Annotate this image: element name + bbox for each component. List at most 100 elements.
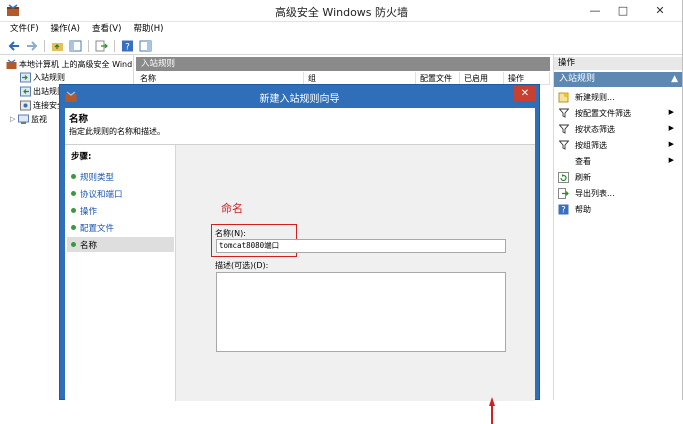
dialog-close-button[interactable]: ✕: [514, 86, 536, 101]
actions-section-label: 入站规则: [559, 74, 596, 84]
steps-title: 步骤:: [71, 152, 92, 162]
action-filter-by-state[interactable]: 按状态筛选 ▶: [554, 121, 682, 137]
connection-security-icon: [20, 100, 31, 110]
wizard-steps-panel: 步骤: 规则类型 协议和端口 操作 配置文件 名称: [65, 145, 176, 401]
step-rule-type[interactable]: 规则类型: [67, 169, 174, 184]
action-help[interactable]: ? 帮助: [554, 201, 682, 217]
action-label: 按组筛选: [575, 140, 607, 150]
help-icon: ?: [558, 204, 569, 215]
action-label: 帮助: [575, 204, 591, 214]
filter-icon: [558, 140, 569, 151]
svg-text:?: ?: [561, 205, 566, 214]
step-label: 协议和端口: [80, 189, 123, 200]
center-pane-header: 入站规则: [136, 57, 550, 71]
action-label: 查看: [575, 156, 591, 166]
step-label: 配置文件: [80, 223, 115, 234]
blank-icon: [558, 156, 569, 167]
submenu-arrow-icon: ▶: [668, 156, 674, 164]
menu-action[interactable]: 操作(A): [45, 22, 86, 37]
description-field-label: 描述(可选)(D):: [215, 261, 269, 270]
action-refresh[interactable]: 刷新: [554, 169, 682, 185]
collapse-arrow-icon[interactable]: ▲: [671, 72, 678, 87]
column-profile[interactable]: 配置文件: [416, 72, 460, 84]
step-profile[interactable]: 配置文件: [67, 220, 174, 235]
step-action[interactable]: 操作: [67, 203, 174, 218]
toolbar-separator: [44, 39, 45, 52]
tree-item-label: 监视: [31, 114, 47, 124]
tree-item-monitoring[interactable]: ▷ 监视: [10, 112, 47, 126]
column-group[interactable]: 组: [304, 72, 416, 84]
step-name-current: 名称: [67, 237, 174, 252]
menu-bar: 文件(F) 操作(A) 查看(V) 帮助(H): [0, 22, 683, 37]
description-textarea[interactable]: [216, 272, 506, 352]
action-label: 按状态筛选: [575, 124, 615, 134]
maximize-button[interactable]: □: [609, 0, 637, 20]
title-bar: 高级安全 Windows 防火墙 — □ ✕: [0, 0, 683, 22]
inbound-rules-icon: [20, 72, 31, 82]
submenu-arrow-icon: ▶: [668, 124, 674, 132]
action-label: 按配置文件筛选: [575, 108, 631, 118]
column-action[interactable]: 操作: [504, 72, 550, 84]
action-label: 新建规则...: [575, 92, 615, 102]
dialog-title-bar[interactable]: 新建入站规则向导 ✕: [60, 85, 539, 108]
menu-view[interactable]: 查看(V): [86, 22, 127, 37]
export-icon: [558, 187, 569, 199]
step-label: 操作: [80, 206, 98, 217]
svg-text:?: ?: [125, 42, 130, 52]
help-icon[interactable]: ?: [120, 39, 135, 53]
tree-item-inbound-rules[interactable]: 入站规则: [20, 70, 65, 84]
show-hide-action-pane-icon[interactable]: [138, 39, 153, 53]
filter-icon: [558, 108, 569, 119]
actions-header: 操作: [554, 57, 683, 70]
action-label: 刷新: [575, 172, 591, 182]
wizard-page-title: 名称: [69, 114, 89, 125]
submenu-arrow-icon: ▶: [668, 140, 674, 148]
step-bullet-icon: [71, 191, 76, 196]
toolbar-separator: [88, 39, 89, 52]
tree-root[interactable]: 本地计算机 上的高级安全 Wind: [6, 57, 132, 71]
column-enabled[interactable]: 已启用: [460, 72, 504, 84]
back-arrow-icon[interactable]: [6, 39, 21, 53]
action-filter-by-profile[interactable]: 按配置文件筛选 ▶: [554, 105, 682, 121]
monitoring-icon: [18, 114, 29, 124]
annotation-label: 命名: [221, 202, 243, 215]
action-view[interactable]: 查看 ▶: [554, 153, 682, 169]
actions-section-inbound-rules[interactable]: 入站规则 ▲: [554, 72, 682, 87]
step-bullet-icon: [71, 174, 76, 179]
step-bullet-icon: [71, 242, 76, 247]
tree-item-label: 入站规则: [33, 72, 65, 82]
menu-file[interactable]: 文件(F): [4, 22, 45, 37]
filter-icon: [558, 124, 569, 135]
submenu-arrow-icon: ▶: [668, 108, 674, 116]
dialog-body: 名称 指定此规则的名称和描述。 步骤: 规则类型 协议和端口 操作 配置文件 名…: [65, 108, 535, 424]
step-protocol-and-ports[interactable]: 协议和端口: [67, 186, 174, 201]
step-bullet-icon: [71, 225, 76, 230]
close-button[interactable]: ✕: [637, 0, 683, 20]
wizard-page-subtitle: 指定此规则的名称和描述。: [69, 127, 165, 136]
expand-arrow-icon[interactable]: ▷: [10, 115, 18, 123]
new-rule-icon: [558, 92, 569, 103]
menu-help[interactable]: 帮助(H): [127, 22, 169, 37]
step-label: 规则类型: [80, 172, 115, 183]
outbound-rules-icon: [20, 86, 31, 96]
name-input[interactable]: tomcat8080端口: [216, 239, 506, 253]
action-export-list[interactable]: 导出列表...: [554, 185, 682, 201]
forward-arrow-icon[interactable]: [24, 39, 39, 53]
export-icon[interactable]: [94, 39, 109, 53]
dialog-title: 新建入站规则向导: [259, 94, 340, 105]
actions-pane: 操作 入站规则 ▲ 新建规则... 按配置文件筛选 ▶ 按状态筛选 ▶ 按组筛选…: [553, 55, 683, 400]
refresh-icon: [558, 171, 569, 183]
action-new-rule[interactable]: 新建规则...: [554, 89, 682, 105]
action-label: 导出列表...: [575, 188, 615, 198]
step-bullet-icon: [71, 208, 76, 213]
action-filter-by-group[interactable]: 按组筛选 ▶: [554, 137, 682, 153]
column-name[interactable]: 名称: [136, 72, 304, 84]
new-inbound-rule-wizard: 新建入站规则向导 ✕ 名称 指定此规则的名称和描述。 步骤: 规则类型 协议和端…: [59, 84, 540, 424]
up-folder-icon[interactable]: [50, 39, 65, 53]
tree-root-label: 本地计算机 上的高级安全 Wind: [19, 59, 133, 69]
step-label: 名称: [80, 240, 98, 251]
show-hide-tree-icon[interactable]: [68, 39, 83, 53]
annotation-arrow-icon: [489, 397, 495, 424]
minimize-button[interactable]: —: [581, 0, 609, 20]
wizard-header: 名称 指定此规则的名称和描述。: [65, 108, 535, 145]
